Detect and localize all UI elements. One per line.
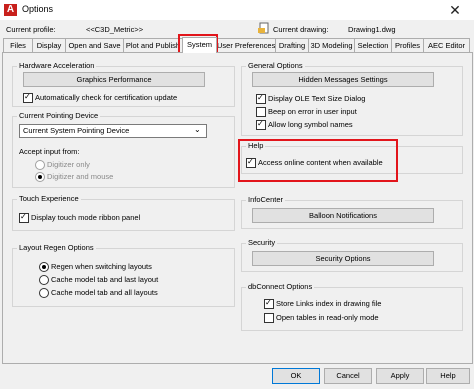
current-profile-value: <<C3D_Metric>>: [86, 25, 144, 34]
touch-ribbon-checkbox[interactable]: [19, 212, 29, 223]
general-options-title: General Options: [246, 61, 305, 70]
current-drawing-value: Drawing1.dwg: [348, 25, 396, 34]
display-ole-checkbox[interactable]: [256, 93, 266, 104]
auto-check-certification-checkbox[interactable]: [23, 92, 33, 103]
tab-drafting[interactable]: Drafting: [275, 38, 309, 52]
title-bar: A Options ✕: [0, 0, 474, 20]
cache-all-layouts-label: Cache model tab and all layouts: [51, 288, 158, 297]
security-group: Security Security Options: [241, 238, 463, 272]
pointing-device-title: Current Pointing Device: [17, 111, 101, 120]
layout-regen-title: Layout Regen Options: [17, 243, 96, 252]
tab-display[interactable]: Display: [32, 38, 66, 52]
accept-input-label: Accept input from:: [19, 147, 80, 156]
pointing-device-select-value: Current System Pointing Device: [23, 126, 130, 135]
touch-ribbon-label: Display touch mode ribbon panel: [31, 213, 141, 222]
digitizer-only-radio[interactable]: [35, 160, 45, 170]
tab-user-preferences[interactable]: User Preferences: [216, 38, 276, 52]
tab-selection[interactable]: Selection: [354, 38, 392, 52]
display-ole-label: Display OLE Text Size Dialog: [268, 94, 366, 103]
auto-check-certification-label: Automatically check for certification up…: [35, 93, 178, 102]
window-title: Options: [22, 4, 54, 14]
current-profile-label: Current profile:: [6, 25, 56, 34]
cache-all-layouts-radio[interactable]: [39, 288, 49, 298]
tab-profiles[interactable]: Profiles: [391, 38, 424, 52]
tab-3d-modeling[interactable]: 3D Modeling: [308, 38, 355, 52]
apply-button[interactable]: Apply: [376, 368, 424, 384]
dbconnect-group: dbConnect Options Store Links index in d…: [241, 282, 463, 331]
regen-switching-label: Regen when switching layouts: [51, 262, 152, 271]
close-button[interactable]: ✕: [440, 1, 470, 19]
hardware-acceleration-title: Hardware Acceleration: [17, 61, 97, 70]
tab-plot-and-publish[interactable]: Plot and Publish: [123, 38, 183, 52]
chevron-down-icon: ⌄: [194, 125, 201, 134]
hardware-acceleration-group: Hardware Acceleration Graphics Performan…: [12, 61, 235, 107]
read-only-tables-label: Open tables in read-only mode: [276, 313, 379, 322]
digitizer-and-mouse-radio[interactable]: [35, 172, 45, 182]
infocenter-title: InfoCenter: [246, 195, 286, 204]
hidden-messages-settings-button[interactable]: Hidden Messages Settings: [252, 72, 434, 87]
long-symbol-names-checkbox[interactable]: [256, 119, 266, 130]
autocad-logo-icon: A: [4, 4, 17, 16]
store-links-label: Store Links index in drawing file: [276, 299, 382, 308]
beep-on-error-label: Beep on error in user input: [268, 107, 357, 116]
pointing-device-select[interactable]: Current System Pointing Device ⌄: [19, 124, 207, 138]
regen-switching-radio[interactable]: [39, 262, 49, 272]
touch-experience-title: Touch Experience: [17, 194, 81, 203]
store-links-checkbox[interactable]: [264, 298, 274, 309]
beep-on-error-checkbox[interactable]: [256, 107, 266, 117]
current-drawing-label: Current drawing:: [273, 25, 329, 34]
infocenter-group: InfoCenter Balloon Notifications: [241, 195, 463, 229]
help-highlight: [238, 139, 398, 182]
graphics-performance-button[interactable]: Graphics Performance: [23, 72, 205, 87]
general-options-group: General Options Hidden Messages Settings…: [241, 61, 463, 136]
pointing-device-group: Current Pointing Device Current System P…: [12, 111, 235, 188]
cancel-button[interactable]: Cancel: [324, 368, 372, 384]
read-only-tables-checkbox[interactable]: [264, 313, 274, 323]
cache-last-layout-radio[interactable]: [39, 275, 49, 285]
touch-experience-group: Touch Experience Display touch mode ribb…: [12, 194, 235, 231]
options-dialog: A Options ✕ Current profile: <<C3D_Metri…: [0, 0, 474, 389]
security-title: Security: [246, 238, 278, 247]
tab-aec-editor[interactable]: AEC Editor: [423, 38, 470, 52]
security-options-button[interactable]: Security Options: [252, 251, 434, 266]
digitizer-and-mouse-label: Digitizer and mouse: [47, 172, 114, 181]
tab-files[interactable]: Files: [3, 38, 33, 52]
layout-regen-group: Layout Regen Options Regen when switchin…: [12, 243, 235, 307]
tab-system[interactable]: System: [182, 37, 217, 53]
long-symbol-names-label: Allow long symbol names: [268, 120, 353, 129]
digitizer-only-label: Digitizer only: [47, 160, 90, 169]
drawing-file-icon: [258, 22, 270, 34]
system-tab-panel: Hardware Acceleration Graphics Performan…: [2, 52, 473, 364]
ok-button[interactable]: OK: [272, 368, 320, 384]
dbconnect-title: dbConnect Options: [246, 282, 315, 291]
cache-last-layout-label: Cache model tab and last layout: [51, 275, 159, 284]
tab-open-and-save[interactable]: Open and Save: [65, 38, 124, 52]
help-button[interactable]: Help: [426, 368, 470, 384]
balloon-notifications-button[interactable]: Balloon Notifications: [252, 208, 434, 223]
